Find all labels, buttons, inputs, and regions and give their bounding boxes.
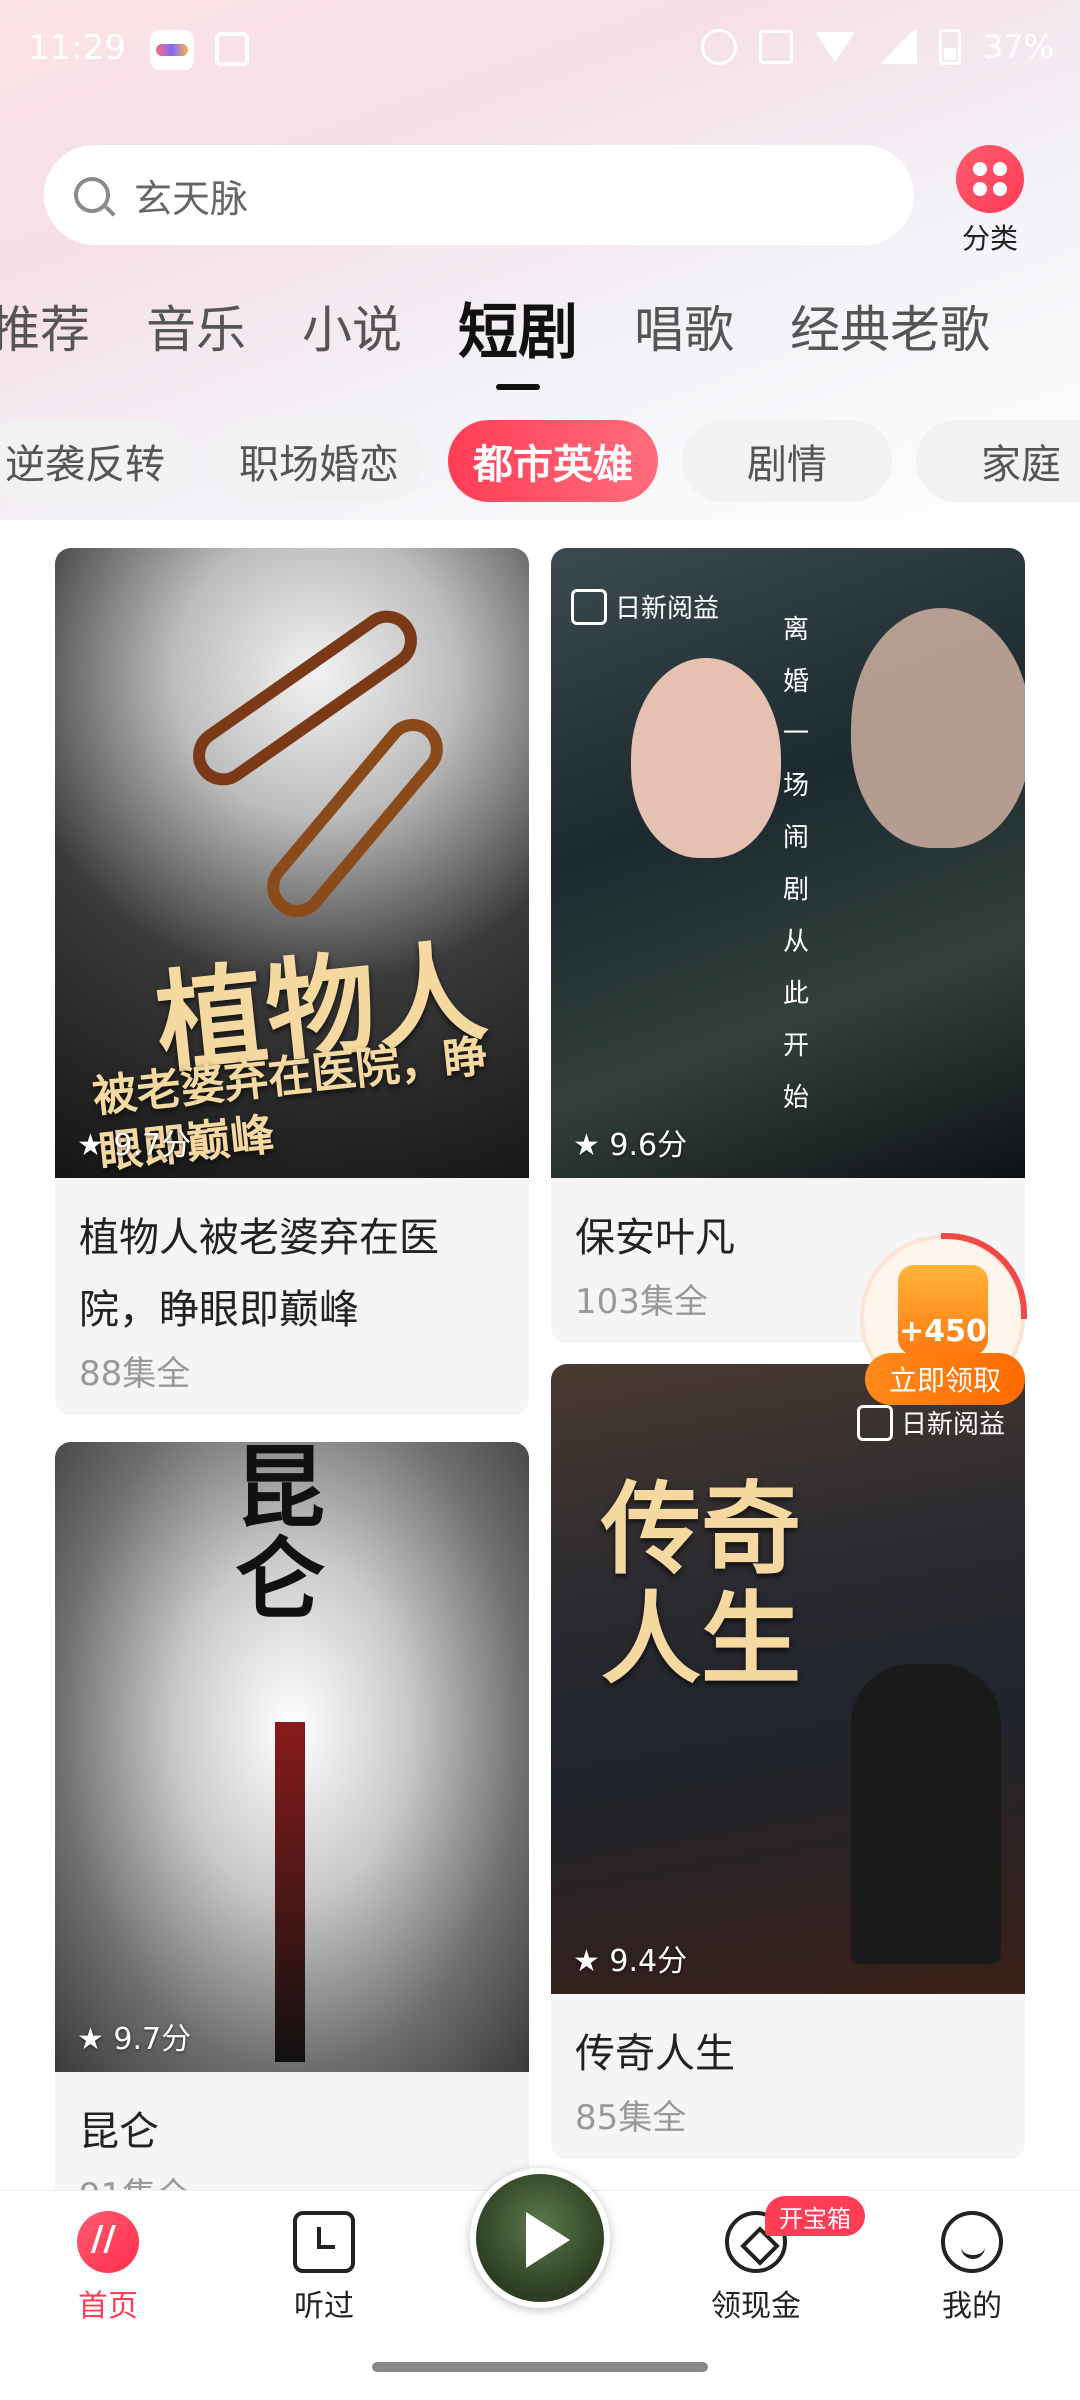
app-notification-icon-2 [215,32,249,66]
tab-classic-songs[interactable]: 经典老歌 [790,290,990,370]
card-title: 昆仑 [79,2109,159,2155]
app-notification-icon [150,30,194,70]
coin-box-icon: +450 [898,1265,988,1355]
home-indicator[interactable] [372,2362,708,2372]
brand-logo-icon [856,1404,893,1441]
nav-cash-label: 领现金 [711,2289,801,2324]
wifi-icon [814,32,855,62]
rating: ★ 9.4分 [573,1944,688,1979]
chip-drama[interactable]: 剧情 [682,420,892,502]
episode-count: 88集全 [79,1354,191,1394]
drama-card[interactable]: 植物人 被老婆弃在医院，睁眼即巅峰 ★ 9.7分 植物人被老婆弃在医院，睁眼即巅… [55,548,529,1415]
nav-history-label: 听过 [294,2289,354,2324]
nav-home[interactable]: 首页 [38,2211,178,2325]
reward-amount: +450 [899,1314,987,1349]
tab-recommend[interactable]: 推荐 [0,290,90,370]
episode-count: 85集全 [575,2098,687,2138]
search-bar[interactable]: 玄天脉 [44,145,914,245]
actor-graphic [851,1664,1001,1964]
treasure-badge[interactable]: 开宝箱 [765,2196,865,2236]
poster-image: 昆仑 ★ 9.7分 [55,1442,529,2072]
tab-singing[interactable]: 唱歌 [634,290,734,370]
actor-graphic [851,608,1025,848]
search-icon [74,177,110,213]
main-tabs: 推荐 音乐 小说 短剧 唱歌 经典老歌 [0,290,990,390]
smile-icon [941,2211,1003,2273]
brand-name: 日新阅益 [900,1410,1005,1440]
nav-home-label: 首页 [78,2289,138,2324]
tab-music[interactable]: 音乐 [146,290,246,370]
play-icon [526,2212,570,2268]
warrior-graphic [275,1722,305,2062]
rating: ★ 9.7分 [77,2022,192,2057]
card-title: 植物人被老婆弃在医院，睁眼即巅峰 [79,1215,439,1333]
chip-comeback[interactable]: 逆袭反转 [0,420,190,502]
reward-widget[interactable]: +450 立即领取 [860,1233,1027,1405]
signal-icon [876,30,917,64]
rating: ★ 9.7分 [77,1128,192,1163]
chip-urban-hero[interactable]: 都市英雄 [448,420,658,502]
actress-graphic [631,658,781,858]
poster-vertical-text: 离婚一场闹剧从此开始 [783,615,810,1113]
alarm-icon [700,29,737,65]
claim-reward-button[interactable]: 立即领取 [865,1353,1025,1405]
poster-image: 日新阅益 离婚一场闹剧从此开始 ★ 9.6分 [551,548,1025,1178]
rating: ★ 9.6分 [573,1128,688,1163]
poster-image: 日新阅益 传奇人生 ★ 9.4分 [551,1364,1025,1994]
brand-mark: 日新阅益 [571,588,719,625]
tab-novel[interactable]: 小说 [302,290,402,370]
drama-card[interactable]: 日新阅益 传奇人生 ★ 9.4分 传奇人生 85集全 [551,1364,1025,2159]
filter-chips: 逆袭反转 职场婚恋 都市英雄 剧情 家庭 [0,420,1080,502]
brand-logo-icon [571,588,607,625]
home-icon [77,2211,139,2273]
now-playing-button[interactable] [470,2168,610,2308]
brand-name: 日新阅益 [615,594,720,624]
poster-image: 植物人 被老婆弃在医院，睁眼即巅峰 ★ 9.7分 [55,548,529,1178]
drama-card[interactable]: 日新阅益 离婚一场闹剧从此开始 ★ 9.6分 保安叶凡 103集全 [551,548,1025,1343]
category-icon [956,145,1024,213]
category-button[interactable]: 分类 [950,145,1030,257]
nfc-icon [758,30,793,64]
history-icon [293,2211,355,2273]
nav-history[interactable]: 听过 [254,2211,394,2325]
battery-percent: 37% [982,28,1054,66]
battery-icon [938,29,961,65]
status-time: 11:29 [28,28,126,68]
poster-title: 传奇人生 [601,1470,801,1698]
nav-me-label: 我的 [942,2289,1002,2324]
drama-card[interactable]: 昆仑 ★ 9.7分 昆仑 91集全 [55,1442,529,2237]
brand-mark: 日新阅益 [856,1404,1005,1441]
nav-me[interactable]: 我的 [902,2211,1042,2325]
search-placeholder: 玄天脉 [134,176,249,221]
poster-title: 昆仑 [235,1442,325,1633]
status-bar: 11:29 37% [0,0,1080,100]
chip-family[interactable]: 家庭 [916,420,1080,502]
category-label: 分类 [961,222,1018,255]
chip-workplace-romance[interactable]: 职场婚恋 [214,420,424,502]
status-right: 37% [700,28,1054,66]
card-title: 传奇人生 [575,2031,735,2077]
tab-short-drama[interactable]: 短剧 [458,284,578,390]
